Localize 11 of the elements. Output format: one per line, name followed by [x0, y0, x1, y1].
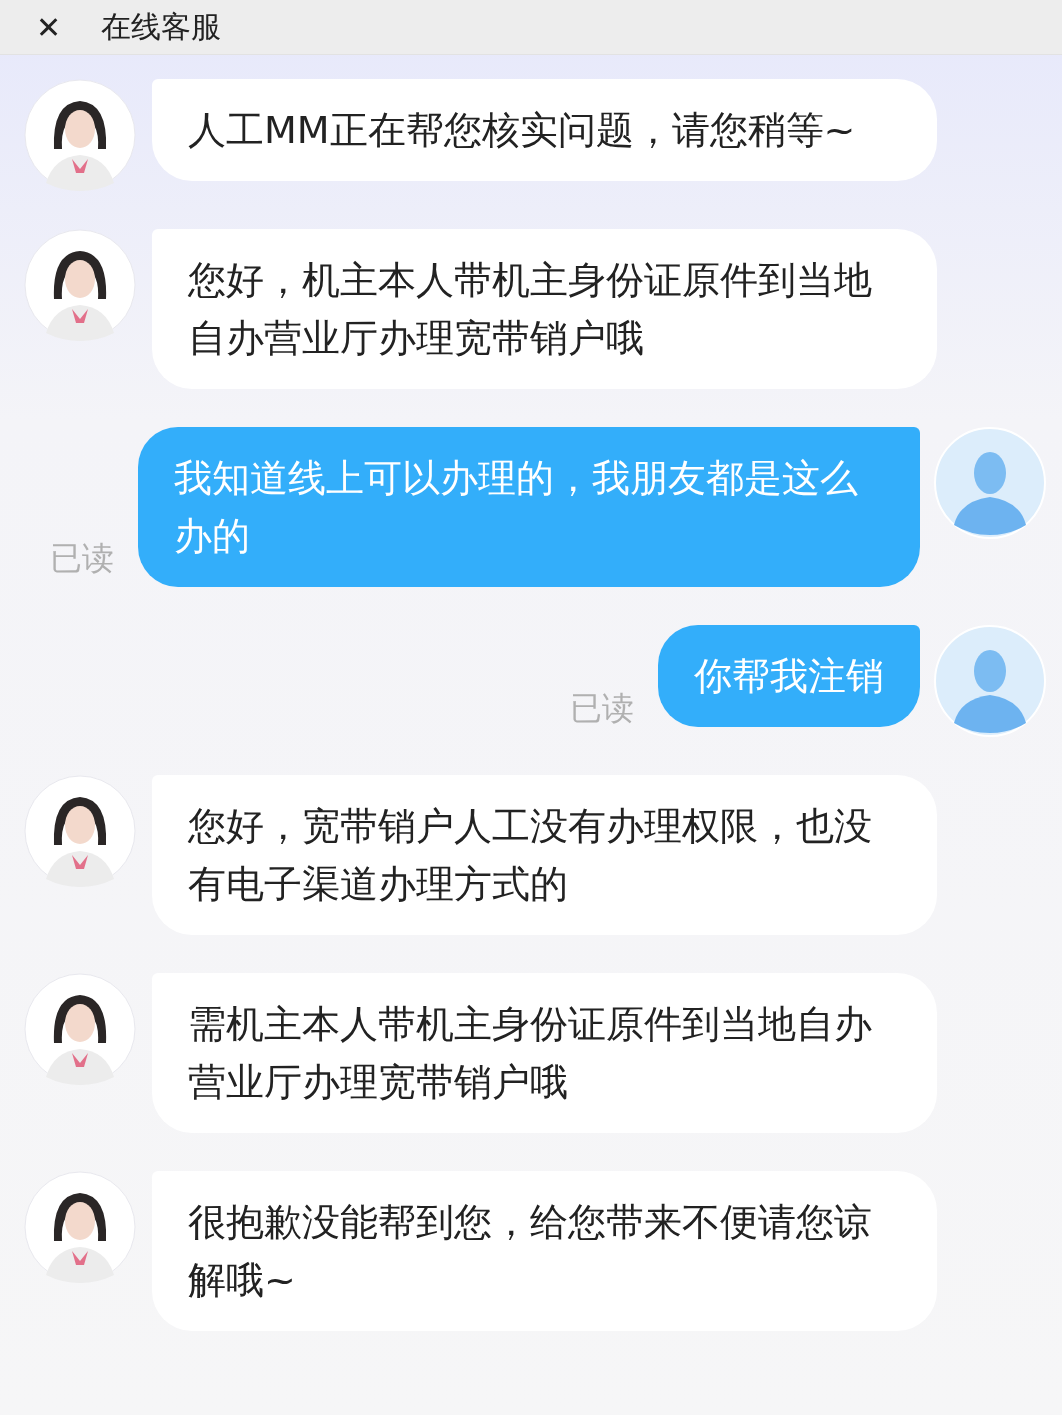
read-status: 已读	[570, 688, 634, 729]
message-bubble: 您好，机主本人带机主身份证原件到当地自办营业厅办理宽带销户哦	[152, 229, 937, 389]
message-bubble: 我知道线上可以办理的，我朋友都是这么办的	[138, 427, 920, 587]
read-status: 已读	[50, 538, 114, 579]
message-bubble: 人工MM正在帮您核实问题，请您稍等~	[152, 79, 937, 181]
page-title: 在线客服	[101, 7, 222, 46]
message-bubble: 你帮我注销	[658, 625, 920, 727]
close-icon[interactable]: ✕	[36, 9, 62, 45]
message-bubble: 很抱歉没能帮到您，给您带来不便请您谅解哦~	[152, 1171, 937, 1331]
message-bubble: 需机主本人带机主身份证原件到当地自办营业厅办理宽带销户哦	[152, 973, 937, 1133]
message-bubble: 您好，宽带销户人工没有办理权限，也没有电子渠道办理方式的	[152, 775, 937, 935]
